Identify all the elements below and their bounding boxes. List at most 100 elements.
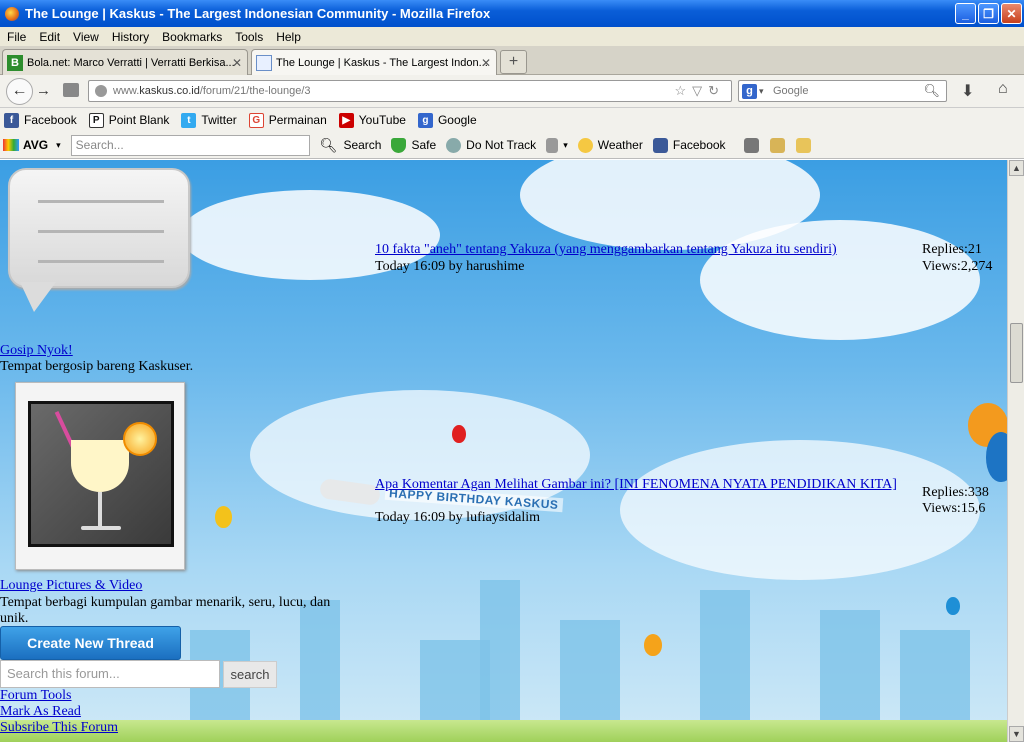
close-tab-icon[interactable]: ✕ (481, 56, 491, 70)
avg-trash-button[interactable]: ▾ (546, 137, 568, 153)
downloads-icon[interactable]: ⬇ (961, 81, 974, 101)
menu-history[interactable]: History (112, 30, 149, 44)
search-placeholder: Google (773, 85, 809, 97)
bookmark-twitter[interactable]: t Twitter (181, 112, 237, 128)
balloon-decoration (946, 597, 960, 615)
new-tab-button[interactable]: + (500, 50, 527, 74)
menu-bookmarks[interactable]: Bookmarks (162, 30, 222, 44)
thread-meta: Today 16:09 by harushime (375, 259, 525, 274)
close-window-button[interactable]: ✕ (1001, 3, 1022, 24)
forum-search-button[interactable]: search (223, 661, 277, 688)
scroll-down-button[interactable]: ▼ (1009, 726, 1024, 742)
url-bar[interactable]: www.kaskus.co.id/forum/21/the-lounge/3 ☆… (88, 80, 732, 102)
avg-search-button[interactable]: 🔍︎ Search (320, 137, 382, 154)
balloon-decoration (986, 432, 1007, 482)
thread-title-link[interactable]: Apa Komentar Agan Melihat Gambar ini? [I… (375, 477, 910, 493)
avg-safe-label: Safe (411, 138, 437, 152)
avg-facebook-label: Facebook (672, 138, 726, 152)
menu-help[interactable]: Help (276, 30, 301, 44)
thread-views: Views:2,274 (922, 259, 993, 274)
back-button[interactable]: ← (6, 78, 33, 105)
forward-button[interactable]: → (36, 82, 51, 99)
url-prefix: www. (113, 85, 140, 97)
glass-stem-shape (98, 492, 102, 528)
thread-replies: Replies:21 (922, 242, 982, 257)
vertical-scrollbar[interactable]: ▲ ▼ (1007, 160, 1024, 742)
dropdown-icon[interactable]: ▽ (692, 83, 708, 98)
notepad-button[interactable] (769, 137, 790, 153)
scroll-up-button[interactable]: ▲ (1009, 160, 1024, 176)
menu-bar: File Edit View History Bookmarks Tools H… (0, 27, 1024, 46)
tab-bar: B Bola.net: Marco Verratti | Verratti Be… (0, 46, 1024, 75)
menu-file[interactable]: File (7, 30, 26, 44)
search-engine-input[interactable]: g ▾ Google 🔍︎ (738, 80, 947, 102)
reload-icon[interactable]: ↻ (708, 83, 725, 98)
avg-toolbar: AVG ▾ Search... 🔍︎ Search Safe Do Not Trac… (0, 132, 1024, 159)
avg-safe-button[interactable]: Safe (391, 137, 437, 153)
avg-weather-button[interactable]: Weather (577, 137, 643, 153)
forum-tools-link[interactable]: Forum Tools (0, 688, 72, 704)
tab-bola[interactable]: B Bola.net: Marco Verratti | Verratti Be… (2, 49, 248, 75)
glass-base-shape (81, 526, 121, 530)
engine-dropdown-icon[interactable]: ▾ (759, 81, 764, 101)
menu-view[interactable]: View (73, 30, 99, 44)
mark-as-read-link[interactable]: Mark As Read (0, 704, 81, 720)
tab-kaskus[interactable]: The Lounge | Kaskus - The Largest Indon.… (251, 49, 497, 75)
bookmark-label: Google (437, 113, 477, 127)
forum-link-gosip-nyok[interactable]: Gosip Nyok! (0, 343, 73, 359)
folder-search-icon (795, 137, 811, 153)
avg-search-label: Search (343, 138, 382, 152)
avg-facebook-button[interactable]: Facebook (652, 137, 726, 153)
avg-search-input[interactable]: Search... (70, 134, 310, 156)
bookmark-point-blank[interactable]: P Point Blank (88, 112, 170, 128)
menu-edit[interactable]: Edit (39, 30, 60, 44)
thread-meta: Today 16:09 by lufiaysidalim (375, 510, 541, 525)
avg-brand: AVG (23, 138, 49, 152)
bookmark-star-icon[interactable]: ☆ (674, 83, 692, 98)
balloon-decoration (215, 506, 232, 528)
minimize-button[interactable]: _ (955, 3, 976, 24)
bookmark-google[interactable]: g Google (417, 112, 477, 128)
bookmark-label: Twitter (201, 113, 237, 127)
bookmark-facebook[interactable]: f Facebook (4, 112, 77, 128)
cloud-decoration (700, 220, 980, 340)
facebook-icon (652, 137, 668, 153)
forum-description: Tempat bergosip bareng Kaskuser. (0, 359, 194, 374)
bookmark-permainan[interactable]: G Permainan (248, 112, 327, 128)
avg-weather-label: Weather (597, 138, 643, 152)
history-icon[interactable] (63, 83, 79, 97)
orange-slice-shape (123, 422, 157, 456)
avg-do-not-track-button[interactable]: Do Not Track (446, 137, 536, 153)
close-tab-icon[interactable]: ✕ (232, 56, 242, 70)
avg-menu-button[interactable]: AVG ▾ (3, 138, 61, 152)
balloon-decoration (452, 425, 466, 443)
bubble-line (38, 200, 164, 203)
create-new-thread-button[interactable]: Create New Thread (0, 626, 181, 660)
weather-icon (577, 137, 593, 153)
bubble-tail (20, 282, 56, 312)
maximize-button[interactable]: ❐ (978, 3, 999, 24)
folder-search-button[interactable] (795, 137, 816, 153)
window-controls: _ ❐ ✕ (955, 3, 1022, 24)
bookmark-youtube[interactable]: ▶ YouTube (338, 112, 406, 128)
chat-bubble-icon (8, 168, 190, 312)
photo-frame (28, 401, 174, 547)
bookmark-label: Permainan (268, 113, 327, 127)
thread-title-link[interactable]: 10 fakta "aneh" tentang Yakuza (yang men… (375, 242, 837, 258)
do-not-track-icon (446, 137, 462, 153)
subscribe-forum-link[interactable]: Subsribe This Forum (0, 720, 118, 736)
calculator-button[interactable] (743, 137, 764, 153)
search-icon[interactable]: 🔍︎ (923, 81, 940, 101)
forum-link-lounge-pictures[interactable]: Lounge Pictures & Video (0, 578, 142, 594)
google-icon[interactable]: g (742, 84, 757, 99)
home-icon[interactable]: ⌂ (998, 80, 1008, 98)
bubble-line (38, 260, 164, 263)
bookmark-label: Point Blank (108, 113, 170, 127)
bola-favicon-icon: B (7, 54, 23, 71)
menu-tools[interactable]: Tools (235, 30, 263, 44)
forum-search-input[interactable]: Search this forum... (0, 660, 220, 688)
window-title: The Lounge | Kaskus - The Largest Indone… (25, 6, 491, 21)
scroll-thumb[interactable] (1010, 323, 1023, 383)
firefox-logo-icon (5, 6, 19, 21)
trash-dropdown-icon: ▾ (563, 139, 568, 150)
